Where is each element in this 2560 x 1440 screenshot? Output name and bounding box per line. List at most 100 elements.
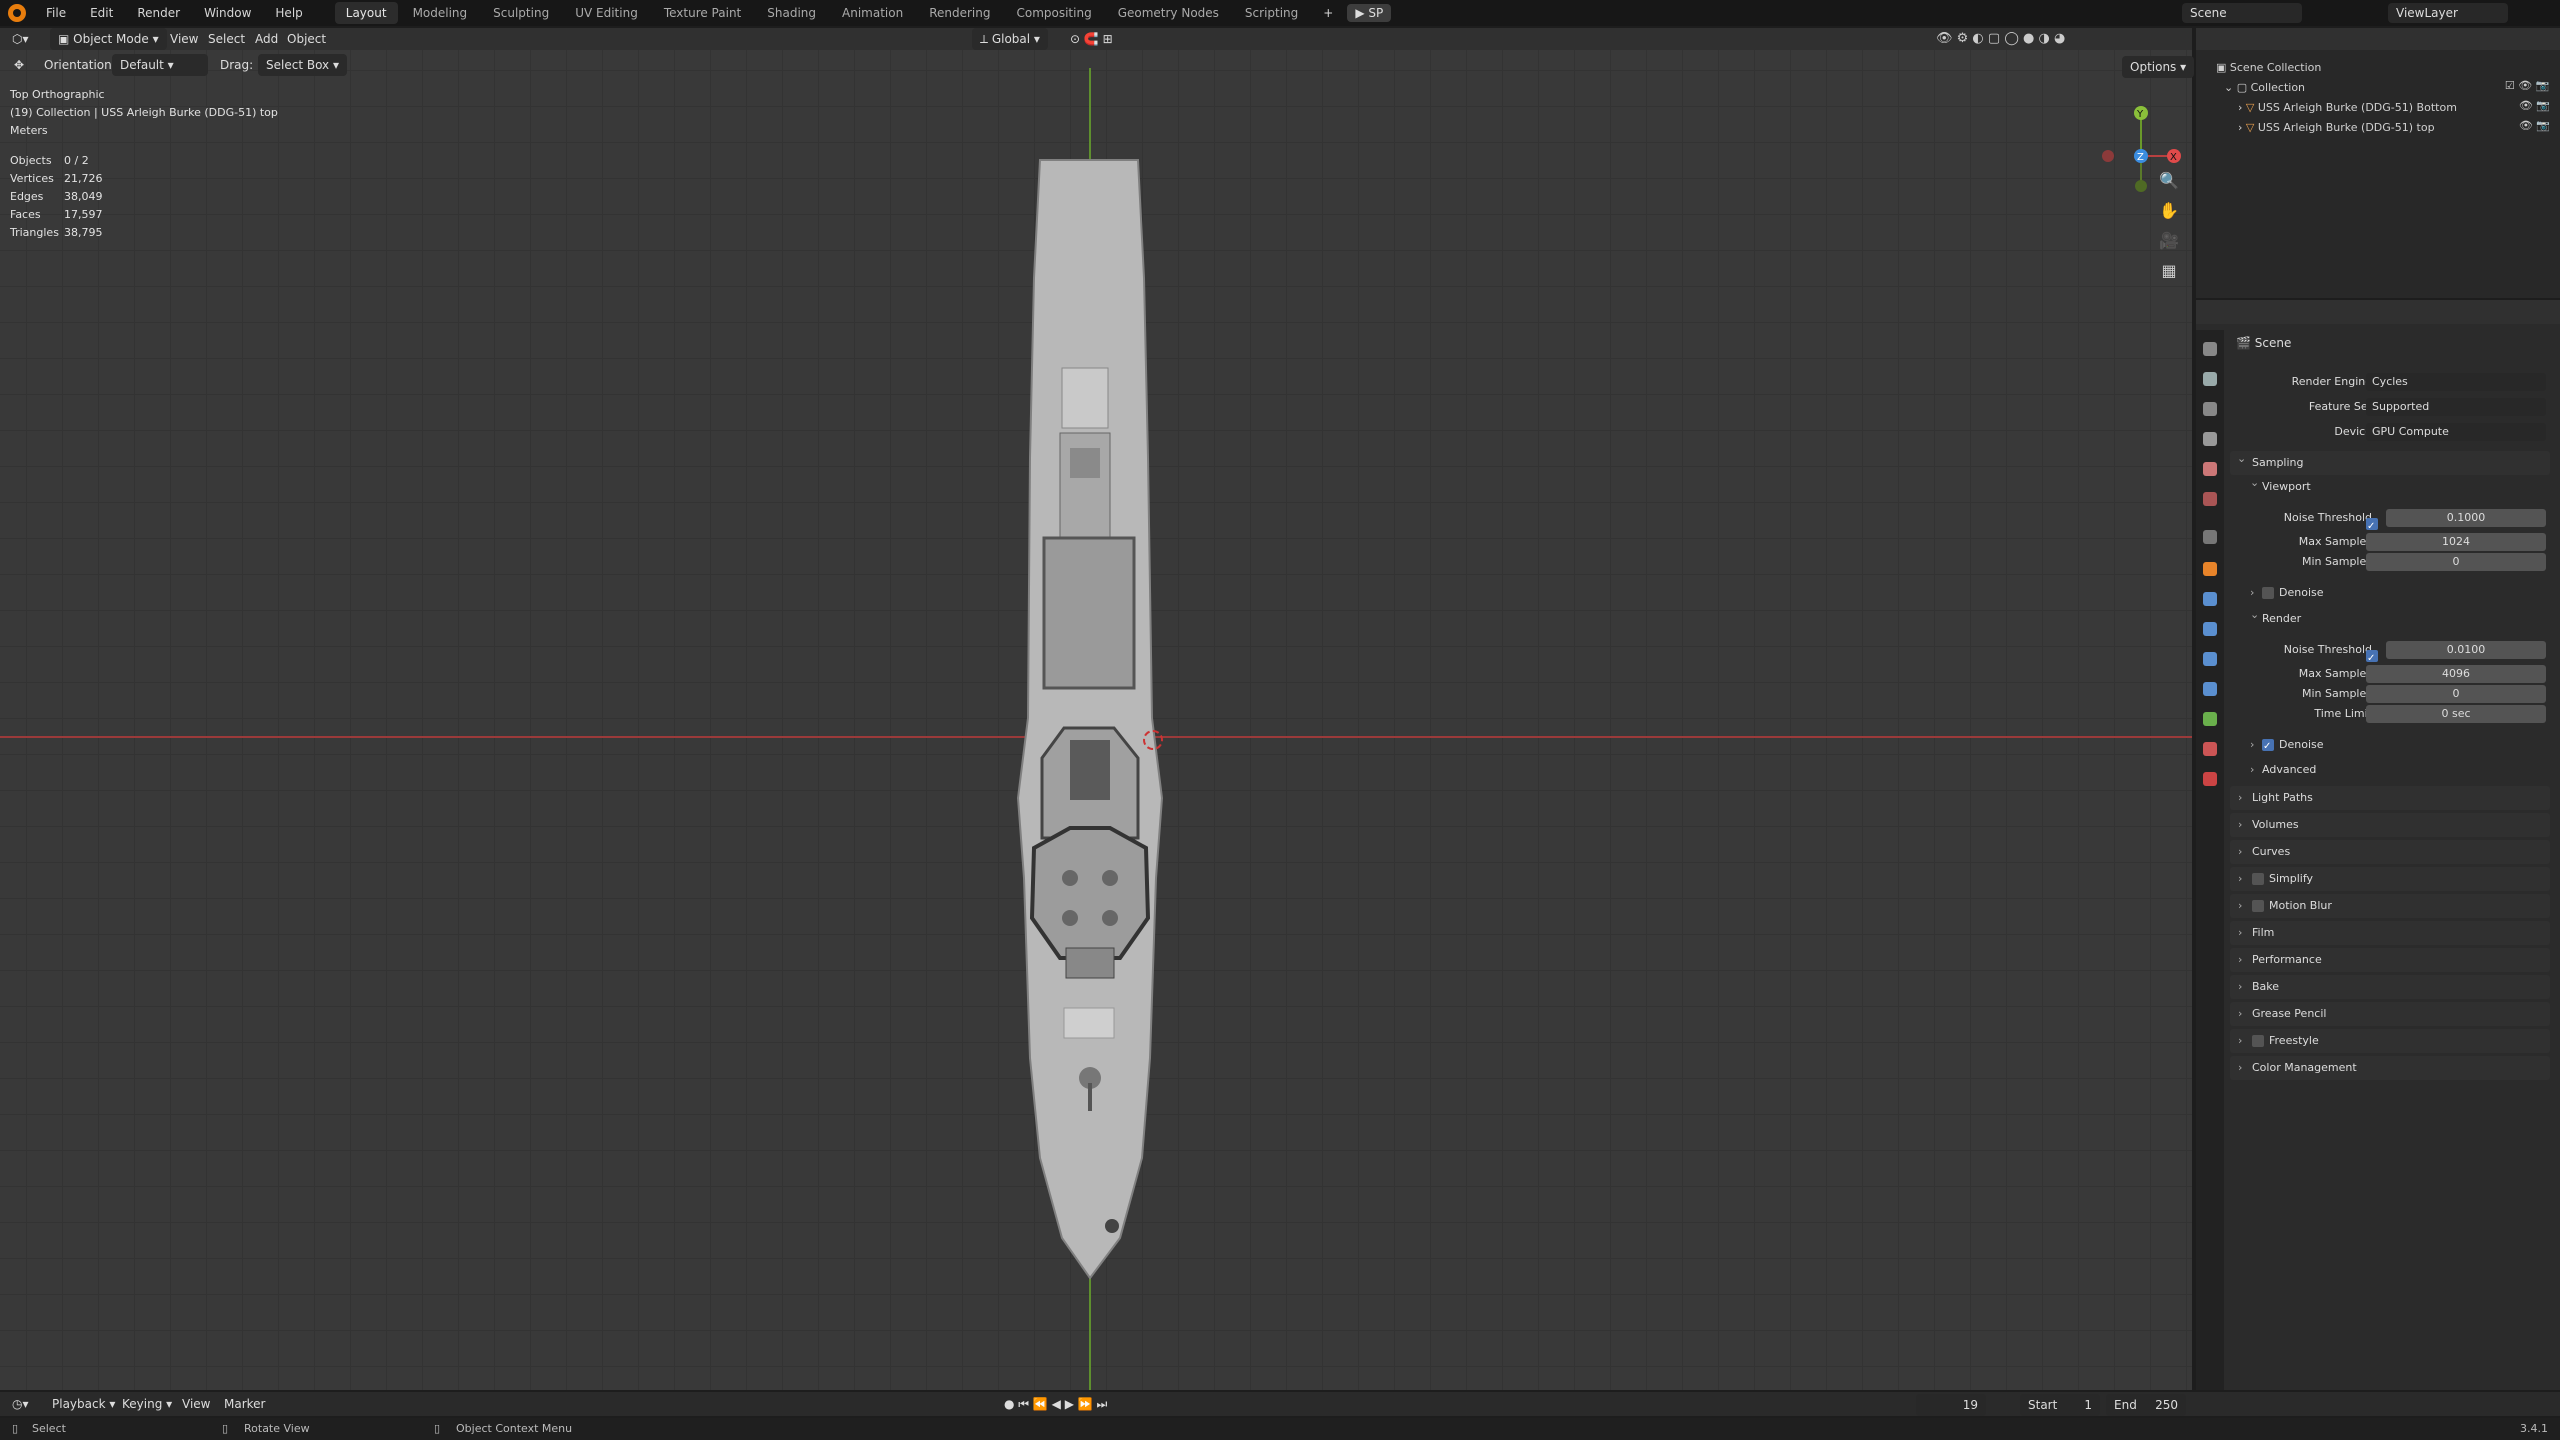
world-tab-icon[interactable] [2203,492,2217,506]
tab-animation[interactable]: Animation [831,2,914,24]
device-dropdown[interactable]: GPU Compute [2366,423,2546,441]
menu-file[interactable]: File [36,0,76,26]
subpanel-viewport[interactable]: Viewport [2244,472,2544,498]
panel-volumes[interactable]: Volumes [2230,813,2550,837]
viewport-shading-controls[interactable]: 👁 ⚙ ◐ ▢ ◯ ● ◑ ◕ [1936,28,2065,50]
current-frame-field[interactable]: 19 [1916,1394,1986,1416]
vp-max-samples-field[interactable]: 1024 [2366,533,2546,551]
material-tab-icon[interactable] [2203,742,2217,756]
3d-viewport[interactable]: Top Orthographic (19) Collection | USS A… [0,28,2192,1390]
menu-add[interactable]: Add [255,28,278,50]
pan-hand-icon[interactable]: ✋ [2154,196,2184,226]
zoom-icon[interactable]: 🔍 [2154,166,2184,196]
panel-curves[interactable]: Curves [2230,840,2550,864]
r-denoise-checkbox[interactable] [2262,736,2274,758]
drag-dropdown[interactable]: Select Box ▾ [258,54,347,76]
mode-selector[interactable]: ▣ Object Mode ▾ [50,28,167,50]
subpanel-render[interactable]: Render [2244,604,2544,630]
subpanel-vp-denoise[interactable]: Denoise [2244,582,2544,604]
data-tab-icon[interactable] [2203,712,2217,726]
r-time-limit-field[interactable]: 0 sec [2366,705,2546,723]
move-tool-icon[interactable]: ✥ [14,54,24,76]
start-frame-field[interactable]: Start 1 [2020,1394,2100,1416]
3d-cursor-icon[interactable] [1143,730,1163,750]
output-tab-icon[interactable] [2203,402,2217,416]
panel-performance[interactable]: Performance [2230,948,2550,972]
physics-tab-icon[interactable] [2203,652,2217,666]
tab-modeling[interactable]: Modeling [402,2,479,24]
tool-tab-icon[interactable] [2203,342,2217,356]
playback-controls[interactable]: ● ⏮ ⏪ ◀ ▶ ⏩ ⏭ [1004,1393,1107,1415]
add-workspace-button[interactable]: + [1313,0,1343,26]
motion-blur-checkbox[interactable] [2252,900,2264,912]
panel-film[interactable]: Film [2230,921,2550,945]
tab-scripting[interactable]: Scripting [1234,2,1309,24]
viewlayer-selector[interactable]: ViewLayer [2388,3,2508,23]
panel-light-paths[interactable]: Light Paths [2230,786,2550,810]
particles-tab-icon[interactable] [2203,622,2217,636]
outliner-object-row[interactable]: › ▽ USS Arleigh Burke (DDG-51) Bottom [2216,98,2457,118]
menu-help[interactable]: Help [265,0,312,26]
visibility-toggles[interactable]: ☑ 👁 📷 👁 📷 👁 📷 [2505,76,2550,136]
object-tab-icon[interactable] [2203,562,2217,576]
menu-view[interactable]: View [170,28,198,50]
vp-min-samples-field[interactable]: 0 [2366,553,2546,571]
menu-window[interactable]: Window [194,0,261,26]
view-layer-tab-icon[interactable] [2203,432,2217,446]
camera-icon[interactable]: 🎥 [2154,226,2184,256]
tab-geometry-nodes[interactable]: Geometry Nodes [1107,2,1230,24]
vp-noise-threshold-checkbox[interactable] [2366,515,2378,539]
tab-shading[interactable]: Shading [756,2,827,24]
grid-icon[interactable]: ▦ [2154,256,2184,286]
texture-tab-icon[interactable] [2203,772,2217,786]
tab-texture-paint[interactable]: Texture Paint [653,2,752,24]
playback-menu[interactable]: Playback ▾ [52,1393,115,1415]
collection-row[interactable]: ⌄ ▢ Collection [2216,78,2457,98]
r-min-samples-field[interactable]: 0 [2366,685,2546,703]
r-max-samples-field[interactable]: 4096 [2366,665,2546,683]
marker-menu[interactable]: Marker [224,1393,265,1415]
menu-select[interactable]: Select [208,28,245,50]
panel-motion-blur[interactable]: Motion Blur [2230,894,2550,918]
feature-set-dropdown[interactable]: Supported [2366,398,2546,416]
scene-selector[interactable]: Scene [2182,3,2302,23]
scene-tab-icon[interactable] [2203,462,2217,476]
vp-noise-threshold-field[interactable]: 0.1000 [2386,509,2546,527]
menu-object[interactable]: Object [287,28,326,50]
menu-render[interactable]: Render [127,0,190,26]
scene-collection-row[interactable]: ▣ Scene Collection [2216,58,2457,78]
r-noise-threshold-field[interactable]: 0.0100 [2386,641,2546,659]
snap-icon[interactable]: ⊙ 🧲 ⊞ [1070,28,1113,50]
sp-button[interactable]: ▶ SP [1347,4,1392,22]
simplify-checkbox[interactable] [2252,873,2264,885]
editor-type-icon[interactable]: ⬡▾ [12,28,29,50]
tab-layout[interactable]: Layout [334,2,398,24]
subpanel-r-denoise[interactable]: Denoise [2244,734,2544,758]
end-frame-field[interactable]: End 250 [2106,1394,2186,1416]
panel-freestyle[interactable]: Freestyle [2230,1029,2550,1053]
freestyle-checkbox[interactable] [2252,1035,2264,1047]
tab-sculpting[interactable]: Sculpting [482,2,560,24]
subpanel-advanced[interactable]: Advanced [2244,759,2544,781]
r-noise-threshold-checkbox[interactable] [2366,647,2378,671]
blender-logo-icon[interactable] [8,4,26,22]
render-tab-icon[interactable] [2203,372,2217,386]
modifier-tab-icon[interactable] [2203,592,2217,606]
ship-model[interactable] [1000,158,1180,1288]
panel-color-management[interactable]: Color Management [2230,1056,2550,1080]
panel-bake[interactable]: Bake [2230,975,2550,999]
keying-menu[interactable]: Keying ▾ [122,1393,172,1415]
tab-uv-editing[interactable]: UV Editing [564,2,649,24]
orientation-dropdown[interactable]: Default ▾ [112,54,208,76]
transform-orientation[interactable]: ⟂ Global ▾ [972,28,1048,50]
timeline-view-menu[interactable]: View [182,1393,210,1415]
tab-rendering[interactable]: Rendering [918,2,1001,24]
timeline-editor-icon[interactable]: ◷▾ [12,1393,29,1415]
panel-simplify[interactable]: Simplify [2230,867,2550,891]
options-dropdown[interactable]: Options ▾ [2122,56,2195,78]
collection-tab-icon[interactable] [2203,530,2217,544]
outliner-object-row[interactable]: › ▽ USS Arleigh Burke (DDG-51) top [2216,118,2457,138]
panel-sampling[interactable]: Sampling [2230,447,2550,475]
constraint-tab-icon[interactable] [2203,682,2217,696]
menu-edit[interactable]: Edit [80,0,123,26]
